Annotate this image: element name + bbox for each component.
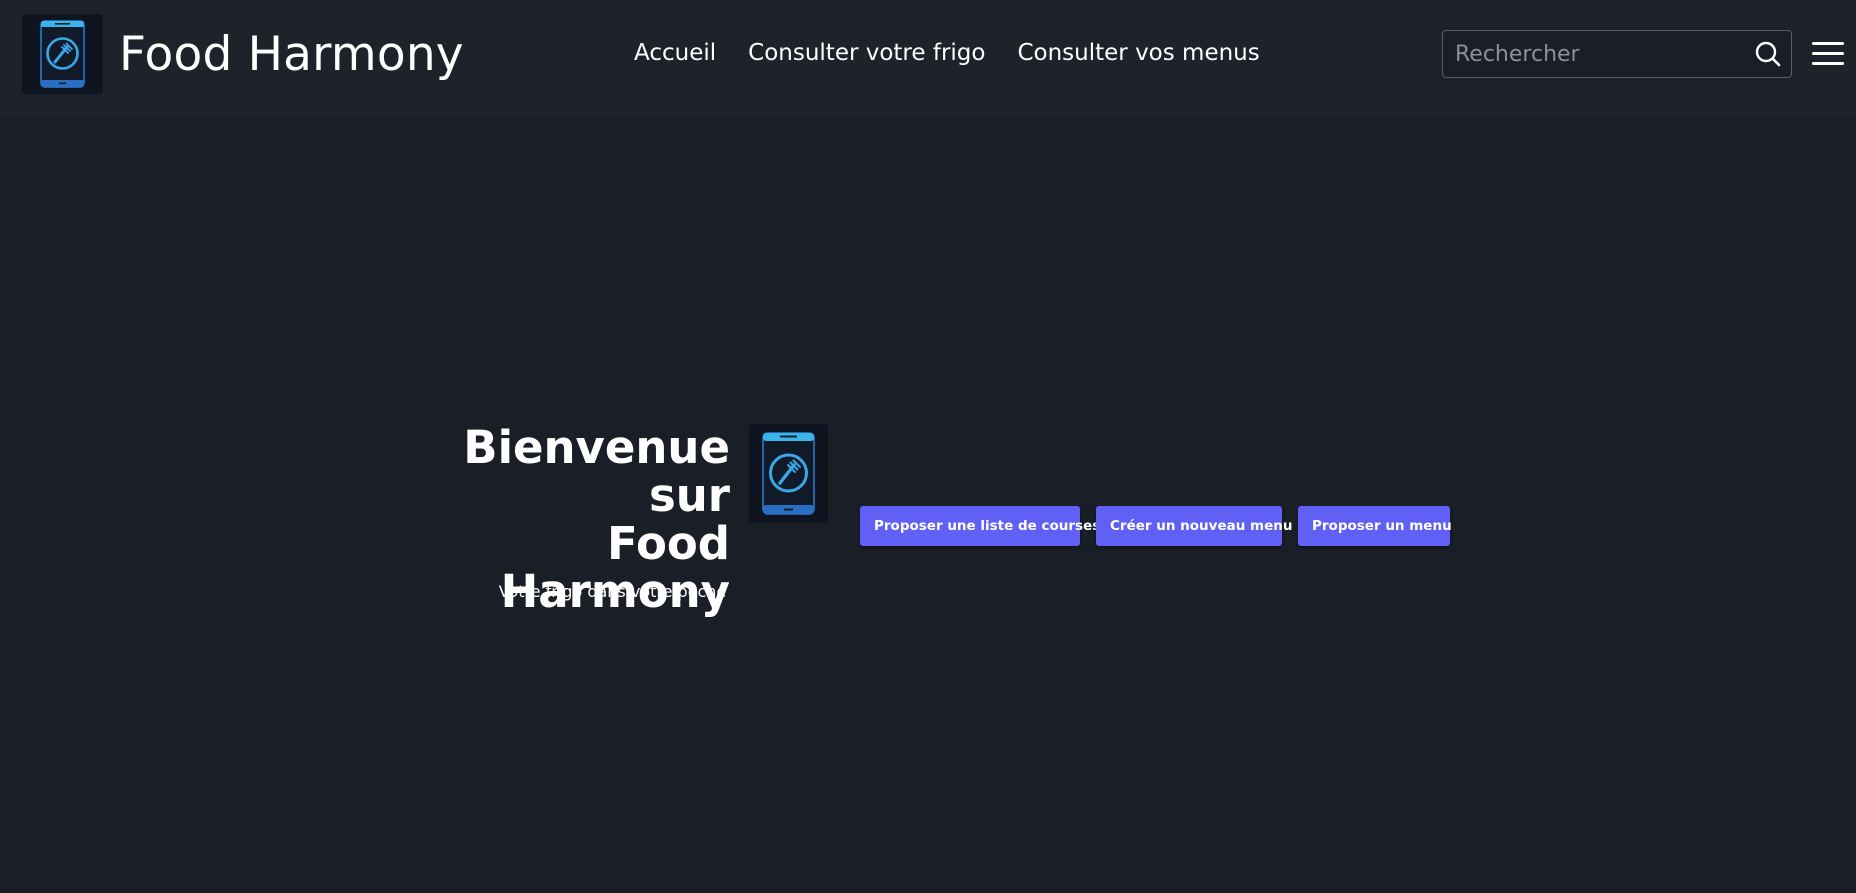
create-menu-button[interactable]: Créer un nouveau menu: [1096, 506, 1292, 546]
nav-link-menus[interactable]: Consulter vos menus: [1017, 40, 1259, 68]
hero-tagline: Votre frigo dans votre poche: [498, 582, 727, 601]
search-input[interactable]: [1443, 31, 1745, 77]
search-box: [1442, 30, 1792, 78]
brand-link[interactable]: Food Harmony: [22, 14, 464, 94]
phone-fork-logo-icon: [22, 14, 103, 94]
phone-fork-logo-icon: [749, 424, 828, 523]
nav-link-accueil[interactable]: Accueil: [634, 40, 716, 68]
hero-title-line1: Bienvenue sur: [463, 421, 730, 522]
propose-shopping-list-button[interactable]: Proposer une liste de courses: [860, 506, 1100, 546]
search-button[interactable]: [1745, 31, 1791, 77]
brand-name: Food Harmony: [119, 26, 464, 82]
nav-link-frigo[interactable]: Consulter votre frigo: [748, 40, 985, 68]
nav-links: Accueil Consulter votre frigo Consulter …: [634, 40, 1260, 68]
search-icon: [1755, 41, 1781, 67]
hamburger-menu-icon[interactable]: [1812, 40, 1844, 68]
propose-menu-button[interactable]: Proposer un menu: [1298, 506, 1452, 546]
hero-title-line2: Food Harmony: [500, 517, 730, 618]
navbar: Food Harmony Accueil Consulter votre fri…: [0, 0, 1856, 118]
